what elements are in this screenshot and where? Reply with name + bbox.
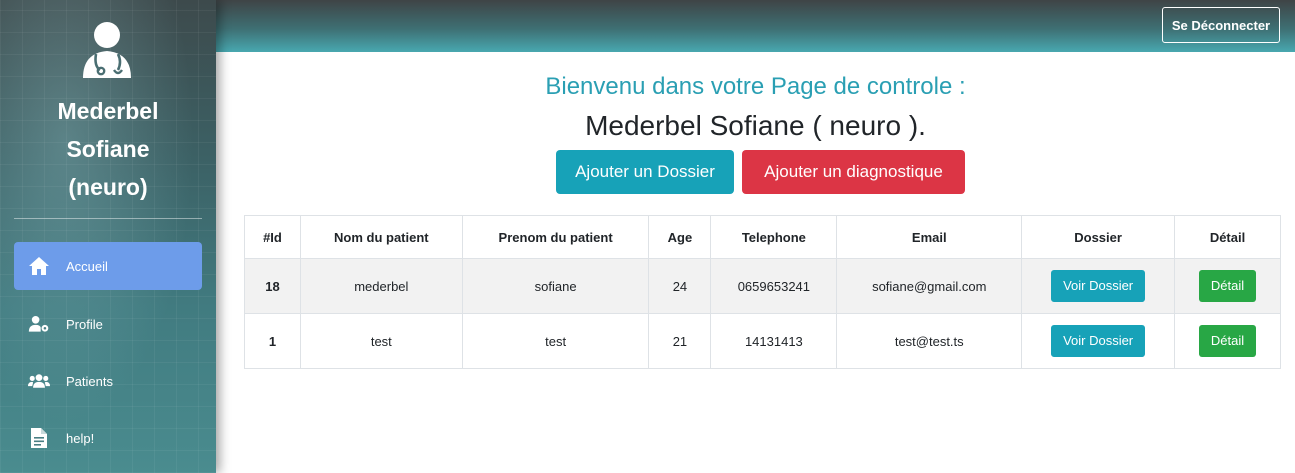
cell-detail: Détail bbox=[1174, 313, 1281, 369]
cell-id: 1 bbox=[244, 313, 301, 369]
sidebar-item-profile[interactable]: Profile bbox=[14, 300, 202, 348]
cell-dossier: Voir Dossier bbox=[1021, 313, 1176, 369]
logout-button[interactable]: Se Déconnecter bbox=[1162, 7, 1280, 43]
column-header: #Id bbox=[244, 215, 301, 259]
add-dossier-button[interactable]: Ajouter un Dossier bbox=[556, 150, 734, 194]
column-header: Email bbox=[836, 215, 1023, 259]
voir-dossier-button[interactable]: Voir Dossier bbox=[1051, 325, 1146, 357]
cell-dossier: Voir Dossier bbox=[1021, 258, 1176, 314]
sidebar-item-label: Patients bbox=[66, 373, 113, 389]
cell-nom: mederbel bbox=[299, 258, 463, 314]
cell-prenom: sofiane bbox=[461, 258, 650, 314]
sidebar-divider bbox=[14, 218, 202, 219]
table-row: 18 mederbel sofiane 24 0659653241 sofian… bbox=[244, 258, 1281, 314]
cell-age: 24 bbox=[648, 258, 712, 314]
add-diagnostic-button[interactable]: Ajouter un diagnostique bbox=[742, 150, 965, 194]
detail-button[interactable]: Détail bbox=[1198, 325, 1257, 357]
sidebar-item-accueil[interactable]: Accueil bbox=[14, 242, 202, 290]
sidebar-item-label: Accueil bbox=[66, 258, 108, 274]
users-icon bbox=[28, 370, 50, 392]
doctor-name-line: (neuro) bbox=[68, 174, 148, 200]
file-icon bbox=[28, 427, 50, 449]
doctor-name: Mederbel Sofiane (neuro) bbox=[0, 92, 216, 206]
column-header: Nom du patient bbox=[299, 215, 463, 259]
welcome-heading: Bienvenu dans votre Page de controle : bbox=[545, 73, 966, 100]
patients-table: #Id Nom du patient Prenom du patient Age… bbox=[244, 215, 1281, 369]
cell-email: test@test.ts bbox=[836, 313, 1023, 369]
sidebar: Mederbel Sofiane (neuro) Accueil Profile… bbox=[0, 0, 216, 473]
page-title: Mederbel Sofiane ( neuro ). bbox=[585, 110, 926, 141]
cell-email: sofiane@gmail.com bbox=[836, 258, 1023, 314]
table-row: 1 test test 21 14131413 test@test.ts Voi… bbox=[244, 313, 1281, 369]
doctor-name-line: Mederbel bbox=[57, 98, 159, 124]
sidebar-item-label: Profile bbox=[66, 316, 103, 332]
cell-age: 21 bbox=[648, 313, 712, 369]
column-header: Détail bbox=[1174, 215, 1281, 259]
detail-button[interactable]: Détail bbox=[1198, 270, 1257, 302]
column-header: Prenom du patient bbox=[461, 215, 650, 259]
user-gear-icon bbox=[28, 313, 50, 335]
cell-telephone: 14131413 bbox=[710, 313, 838, 369]
cell-id: 18 bbox=[244, 258, 301, 314]
column-header: Telephone bbox=[710, 215, 838, 259]
doctor-name-line: Sofiane bbox=[66, 136, 150, 162]
sidebar-item-help[interactable]: help! bbox=[14, 414, 202, 462]
voir-dossier-button[interactable]: Voir Dossier bbox=[1051, 270, 1146, 302]
home-icon bbox=[28, 255, 50, 277]
cell-nom: test bbox=[299, 313, 463, 369]
sidebar-item-patients[interactable]: Patients bbox=[14, 357, 202, 405]
cell-prenom: test bbox=[461, 313, 650, 369]
sidebar-item-label: help! bbox=[66, 430, 95, 446]
cell-telephone: 0659653241 bbox=[710, 258, 838, 314]
table-header-row: #Id Nom du patient Prenom du patient Age… bbox=[244, 215, 1281, 259]
column-header: Dossier bbox=[1021, 215, 1176, 259]
doctor-avatar-icon bbox=[83, 22, 131, 78]
cell-detail: Détail bbox=[1174, 258, 1281, 314]
column-header: Age bbox=[648, 215, 712, 259]
